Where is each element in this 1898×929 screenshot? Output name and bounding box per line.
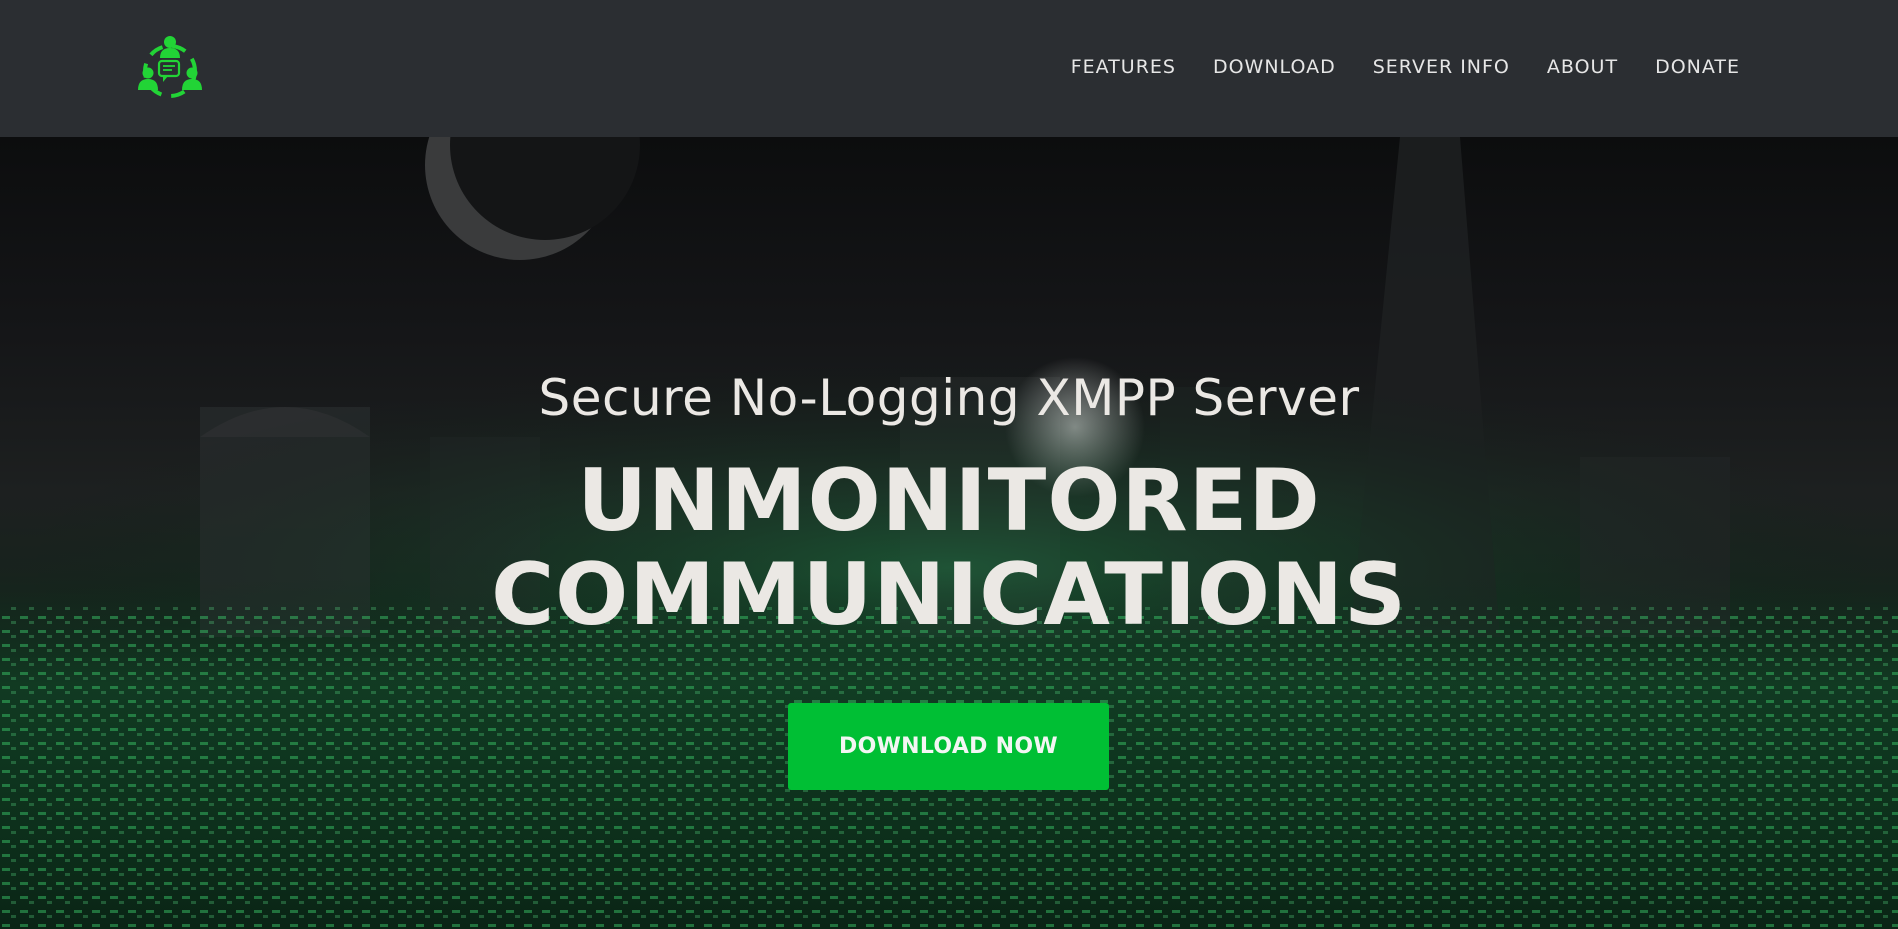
nav-item-donate: DONATE: [1655, 52, 1740, 82]
hero-content: Secure No-Logging XMPP Server UNMONITORE…: [0, 137, 1898, 929]
nav-item-download: DOWNLOAD: [1213, 52, 1336, 82]
download-now-button[interactable]: DOWNLOAD NOW: [788, 703, 1109, 790]
nav-link-features[interactable]: FEATURES: [1071, 56, 1176, 78]
hero-title: UNMONITORED COMMUNICATIONS: [0, 454, 1898, 642]
top-navbar: FEATURES DOWNLOAD SERVER INFO ABOUT DONA…: [0, 0, 1898, 137]
nav-link-server-info[interactable]: SERVER INFO: [1373, 56, 1510, 78]
nav-link-about[interactable]: ABOUT: [1547, 56, 1618, 78]
group-chat-icon: [138, 36, 202, 98]
main-nav: FEATURES DOWNLOAD SERVER INFO ABOUT DONA…: [1071, 52, 1740, 82]
hero-subtitle: Secure No-Logging XMPP Server: [538, 369, 1360, 427]
nav-link-donate[interactable]: DONATE: [1655, 56, 1740, 78]
hero-title-line-1: UNMONITORED: [577, 451, 1321, 551]
hero-section: Secure No-Logging XMPP Server UNMONITORE…: [0, 137, 1898, 929]
nav-link-download[interactable]: DOWNLOAD: [1213, 56, 1336, 78]
hero-title-line-2: COMMUNICATIONS: [491, 545, 1407, 645]
nav-item-about: ABOUT: [1547, 52, 1618, 82]
page: FEATURES DOWNLOAD SERVER INFO ABOUT DONA…: [0, 0, 1898, 929]
site-logo[interactable]: [137, 34, 203, 102]
nav-item-server-info: SERVER INFO: [1373, 52, 1510, 82]
nav-item-features: FEATURES: [1071, 52, 1176, 82]
